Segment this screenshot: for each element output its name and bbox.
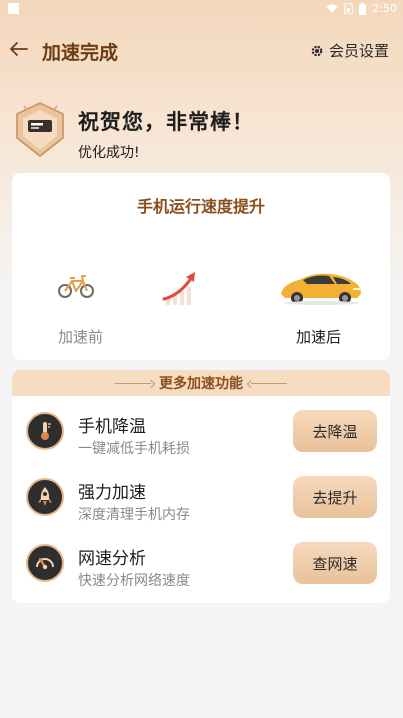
feature-title: 强力加速 (78, 483, 146, 503)
back-button[interactable] (8, 38, 30, 60)
network-speed-button[interactable]: 查网速 (293, 542, 377, 584)
back-arrow-icon (10, 42, 28, 56)
decorative-line-left (115, 382, 151, 384)
congrats-section: 祝贺您，非常棒！ 优化成功! (14, 102, 394, 162)
battery-icon (359, 2, 367, 15)
feature-desc: 深度清理手机内存 (78, 507, 190, 523)
feature-row-cooling: 手机降温 一键减低手机耗损 去降温 (12, 404, 390, 464)
success-badge-icon (16, 102, 64, 157)
speedometer-icon (26, 544, 64, 582)
more-features-card: 更多加速功能 手机降温 一键减低手机耗损 去降温 强力加速 深度清理手机内存 去… (12, 370, 390, 603)
speed-card: 手机运行速度提升 加速前 加速后 (12, 173, 390, 360)
bicycle-icon (58, 275, 94, 298)
more-features-header: 更多加速功能 (12, 370, 390, 396)
more-features-title: 更多加速功能 (159, 376, 243, 392)
notification-icon (8, 3, 19, 14)
feature-row-boost: 强力加速 深度清理手机内存 去提升 (12, 470, 390, 530)
boost-button[interactable]: 去提升 (293, 476, 377, 518)
feature-title: 手机降温 (78, 417, 146, 437)
status-bar: 2:50 (0, 0, 403, 18)
page-title: 加速完成 (42, 42, 119, 64)
feature-title: 网速分析 (78, 549, 146, 569)
feature-desc: 快速分析网络速度 (78, 573, 190, 589)
status-icons: 2:50 (326, 2, 397, 15)
feature-desc: 一键减低手机耗损 (78, 441, 190, 457)
status-time: 2:50 (372, 2, 397, 15)
speed-card-title: 手机运行速度提升 (136, 197, 265, 216)
gear-icon (311, 45, 323, 56)
feature-row-network: 网速分析 快速分析网络速度 查网速 (12, 536, 390, 596)
member-settings-button[interactable]: 会员设置 (311, 40, 389, 61)
speed-up-arrow-icon (162, 272, 195, 305)
sim-card-icon (344, 3, 354, 14)
after-label: 加速后 (296, 328, 342, 346)
cooling-button[interactable]: 去降温 (293, 410, 377, 452)
app-bar: 加速完成 会员设置 (0, 30, 403, 70)
rocket-icon (26, 478, 64, 516)
thermometer-icon (26, 412, 64, 450)
congrats-title: 祝贺您，非常棒！ (78, 110, 254, 134)
wifi-icon (326, 4, 338, 13)
before-label: 加速前 (58, 328, 104, 346)
sports-car-icon (281, 273, 361, 305)
congrats-subtitle: 优化成功! (78, 145, 140, 161)
decorative-line-right (251, 382, 287, 384)
member-settings-label: 会员设置 (328, 42, 389, 60)
